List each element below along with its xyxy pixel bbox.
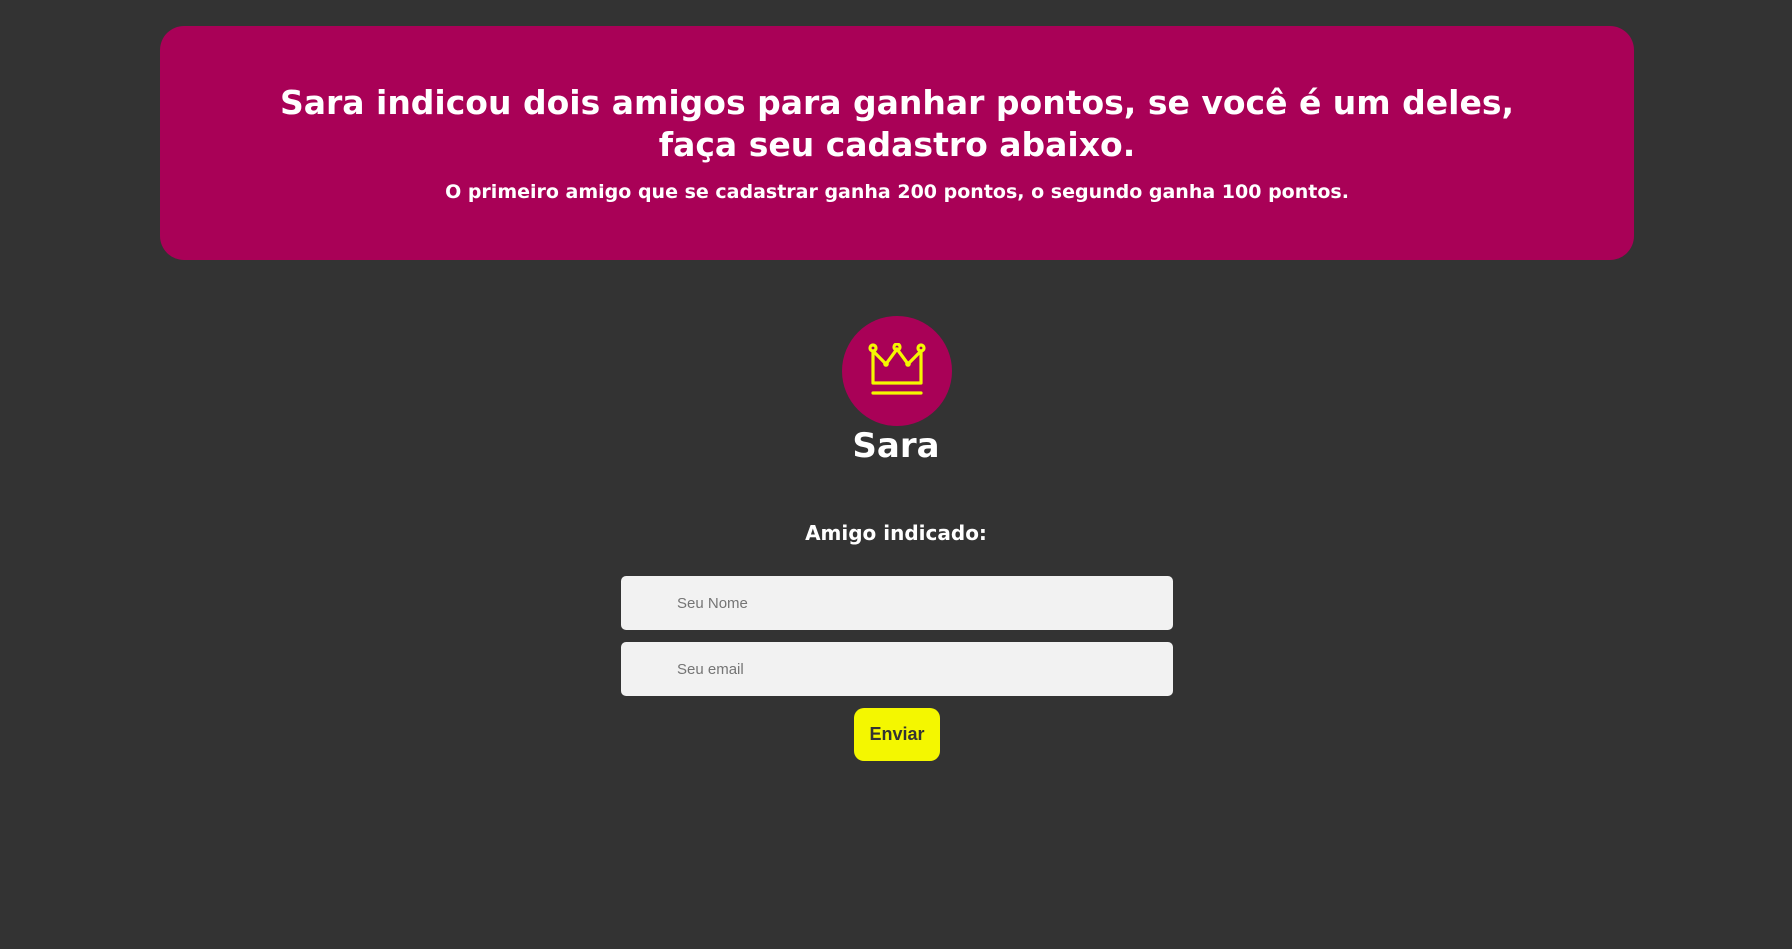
referral-banner: Sara indicou dois amigos para ganhar pon… (160, 26, 1634, 260)
avatar (842, 316, 952, 426)
banner-subtitle: O primeiro amigo que se cadastrar ganha … (445, 181, 1349, 203)
name-input[interactable] (621, 576, 1173, 630)
email-input[interactable] (621, 642, 1173, 696)
referrer-name: Sara (852, 426, 940, 466)
submit-button[interactable]: Enviar (854, 708, 940, 761)
crown-icon (868, 343, 926, 395)
banner-title: Sara indicou dois amigos para ganhar pon… (279, 83, 1515, 164)
form-label: Amigo indicado: (805, 521, 987, 545)
